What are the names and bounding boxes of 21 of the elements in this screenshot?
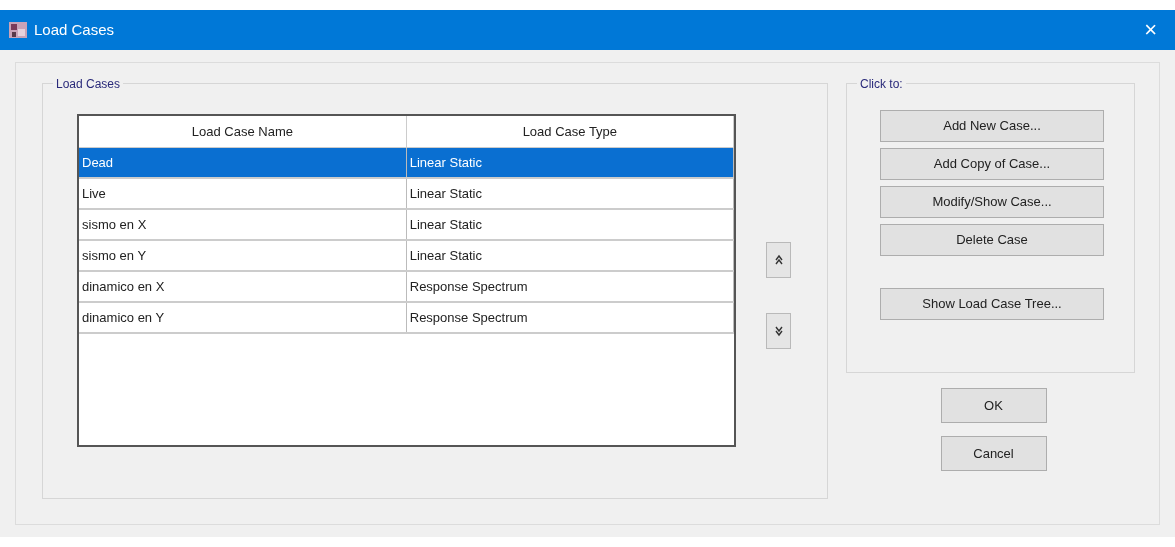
- column-header: Load Case Name: [79, 116, 407, 147]
- window-title: Load Cases: [34, 19, 116, 40]
- table-row[interactable]: dinamico en X Response Spectrum: [79, 271, 734, 302]
- action-button[interactable]: Add New Case...: [880, 110, 1104, 142]
- ok-button[interactable]: OK: [940, 388, 1047, 423]
- action-button[interactable]: Modify/Show Case...: [880, 186, 1104, 218]
- column-header: Load Case Type: [406, 116, 734, 147]
- table-row[interactable]: sismo en Y Linear Static: [79, 240, 734, 271]
- double-chevron-icon: [774, 325, 783, 337]
- close-button[interactable]: ×: [1134, 19, 1167, 41]
- cancel-button[interactable]: Cancel: [940, 436, 1047, 471]
- move-down-button[interactable]: [766, 313, 791, 349]
- table-row[interactable]: dinamico en Y Response Spectrum: [79, 302, 734, 333]
- move-up-button[interactable]: [766, 242, 791, 278]
- double-chevron-icon: [774, 254, 783, 266]
- app-icon: [8, 20, 28, 40]
- action-button[interactable]: Delete Case: [880, 224, 1104, 256]
- action-button[interactable]: Show Load Case Tree...: [880, 288, 1104, 320]
- table-row[interactable]: sismo en X Linear Static: [79, 209, 734, 240]
- action-button[interactable]: Add Copy of Case...: [880, 148, 1104, 180]
- table-row[interactable]: Live Linear Static: [79, 178, 734, 209]
